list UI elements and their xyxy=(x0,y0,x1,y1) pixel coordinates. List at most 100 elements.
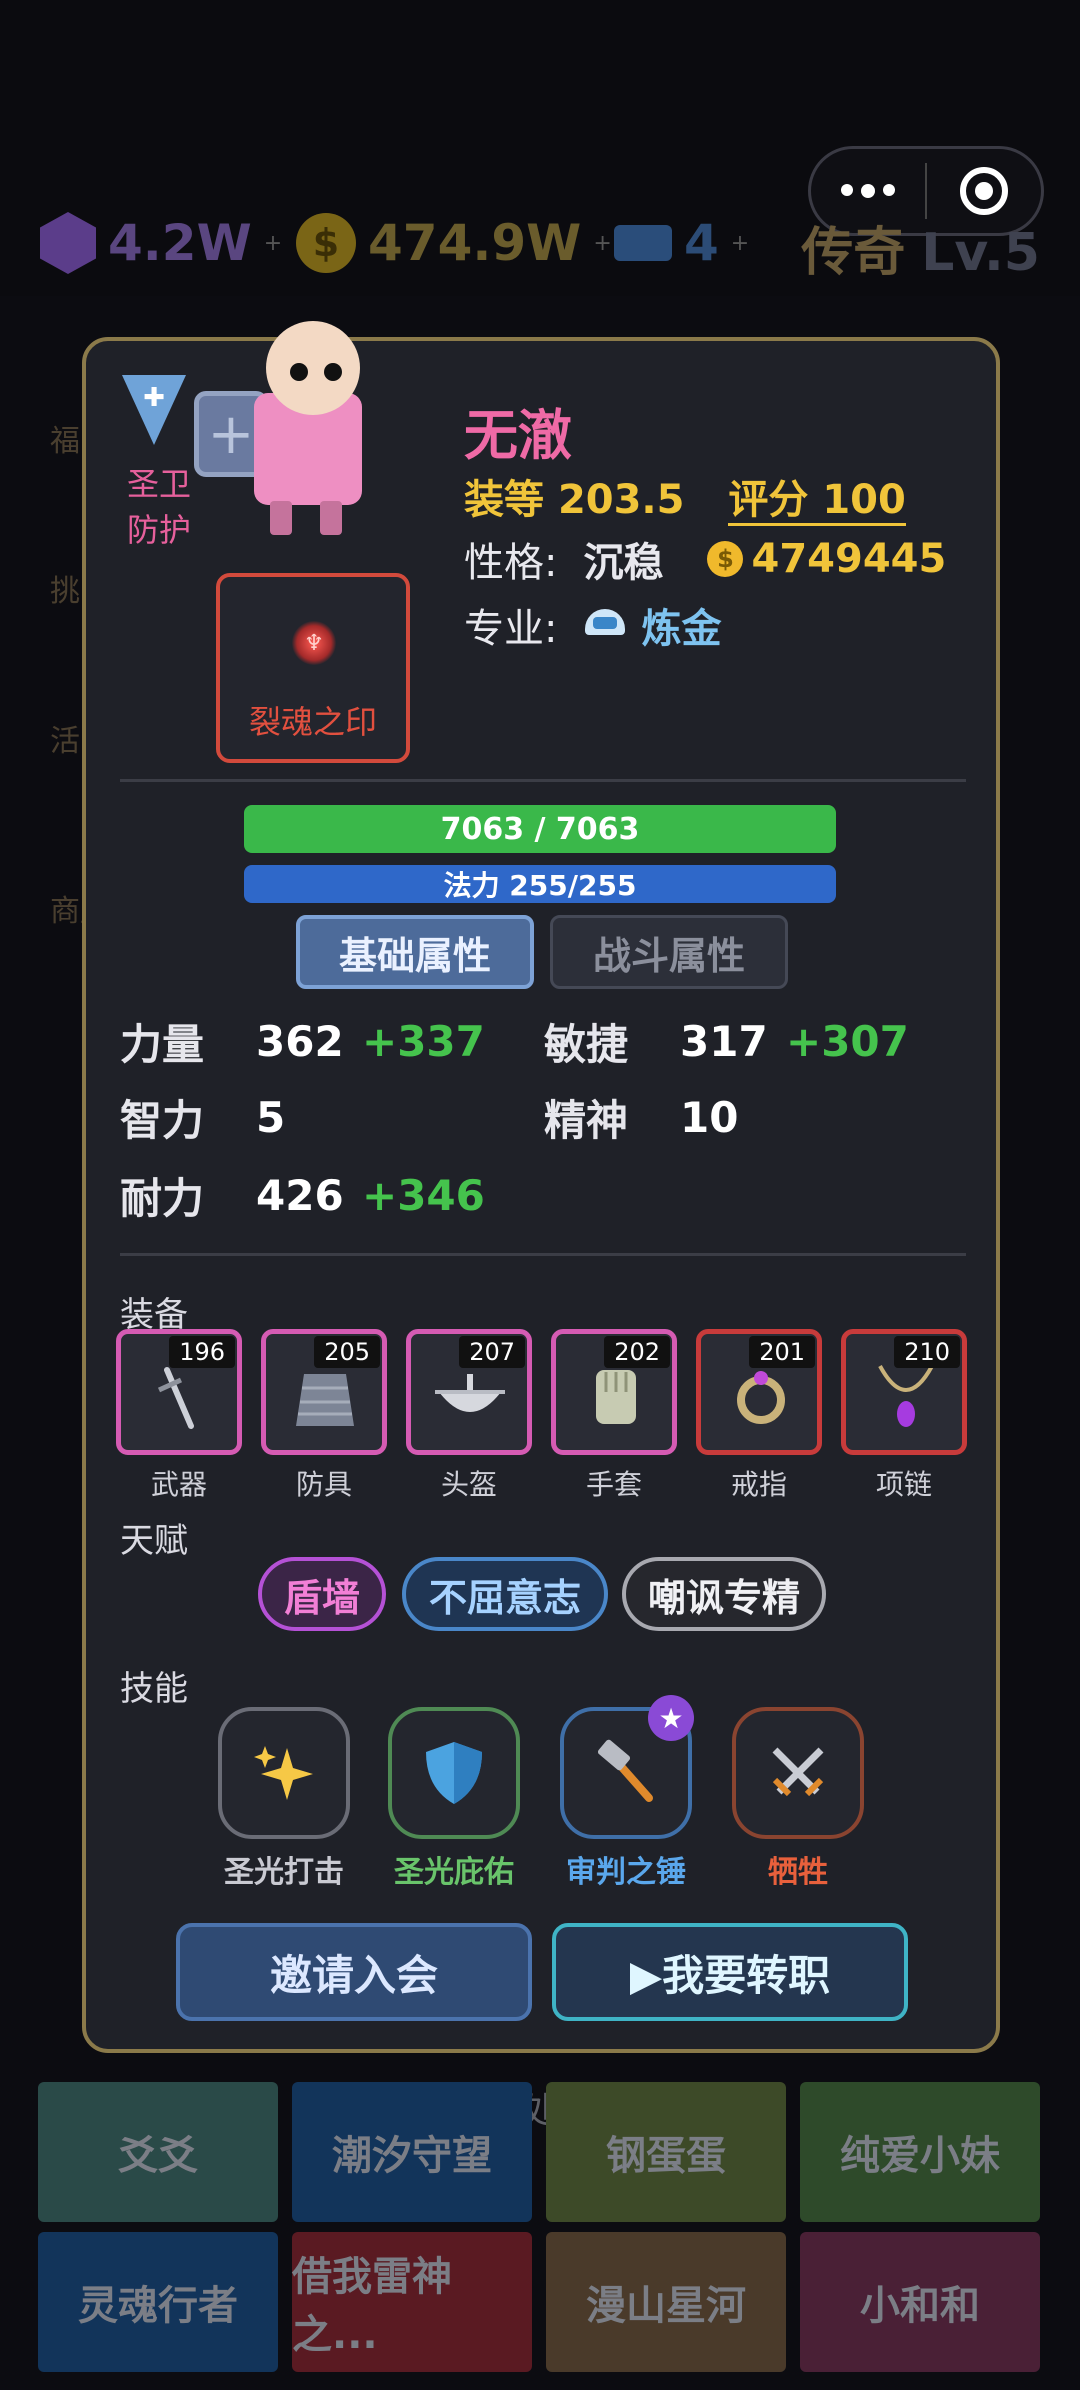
invite-to-guild-button[interactable]: 邀请入会 xyxy=(176,1923,532,2021)
stat-strength: 力量 362 +337 xyxy=(120,1011,485,1071)
slot-label: 武器 xyxy=(150,1468,207,1501)
helmet-icon xyxy=(435,1374,505,1412)
gold-counter[interactable]: $ 474.9W + xyxy=(296,208,612,278)
avatar-head xyxy=(266,321,360,415)
skill-label: 圣光庇佑 xyxy=(394,1855,514,1890)
rank-level: 传奇 Lv.5 xyxy=(801,210,1040,285)
personality-row: 性格: 沉稳 $4749445 xyxy=(464,529,946,589)
talent-taunt-mastery[interactable]: 嘲讽专精 xyxy=(622,1557,826,1631)
item-level: 207 xyxy=(459,1336,525,1368)
stat-name: 敏捷 xyxy=(544,1019,629,1069)
stat-value: 10 xyxy=(680,1092,739,1142)
equip-slot-necklace[interactable]: 210 项链 xyxy=(841,1329,967,1503)
skill-label: 圣光打击 xyxy=(224,1855,344,1890)
mana-bar: 法力 255/255 xyxy=(244,865,836,903)
change-class-button[interactable]: ▶我要转职 xyxy=(552,1923,908,2021)
player-card[interactable]: 爻爻 xyxy=(38,2082,278,2222)
skill-holy-protection[interactable]: 圣光庇佑 xyxy=(388,1707,520,1891)
skill-hammer-of-justice[interactable]: ★ 审判之锤 xyxy=(560,1695,694,1891)
star-badge-icon: ★ xyxy=(648,1695,694,1741)
skill-label: 牺牲 xyxy=(768,1855,828,1890)
hammer-icon xyxy=(597,1739,653,1802)
tab-combat-attributes[interactable]: 战斗属性 xyxy=(550,915,788,989)
character-name: 无澈 xyxy=(464,404,572,467)
talent-unyielding-will[interactable]: 不屈意志 xyxy=(402,1557,608,1631)
profession-value-group[interactable]: 炼金 xyxy=(583,596,721,654)
player-card[interactable]: 漫山星河 xyxy=(546,2232,786,2372)
stat-bonus: +337 xyxy=(362,1016,485,1066)
more-menu-icon[interactable] xyxy=(811,184,925,198)
player-card[interactable]: 钢蛋蛋 xyxy=(546,2082,786,2222)
top-bar: 4.2W + $ 474.9W + 4 + 传奇 Lv.5 xyxy=(0,0,1080,296)
talent-shield-wall[interactable]: 盾墙 xyxy=(258,1557,386,1631)
equip-slot-armor[interactable]: 205 防具 xyxy=(261,1329,387,1503)
stat-name: 力量 xyxy=(120,1019,205,1069)
bg-side-label: 活 xyxy=(50,724,80,759)
class-spec-label: 圣卫 防护 xyxy=(126,465,191,549)
skill-label: 审判之锤 xyxy=(566,1855,686,1890)
stat-bonus: +307 xyxy=(786,1016,909,1066)
skill-title: 技能 xyxy=(120,1669,188,1709)
stat-bonus: +346 xyxy=(362,1170,485,1220)
avatar-eye xyxy=(324,363,342,381)
tab-basic-attributes[interactable]: 基础属性 xyxy=(296,915,534,989)
close-mini-program-icon[interactable] xyxy=(927,167,1041,215)
health-bar: 7063 / 7063 xyxy=(244,805,836,853)
seal-slot[interactable]: ♆ 裂魂之印 xyxy=(216,573,410,763)
sword-icon xyxy=(157,1367,194,1429)
player-card[interactable]: 灵魂行者 xyxy=(38,2232,278,2372)
necklace-icon xyxy=(878,1365,934,1427)
equip-slot-helmet[interactable]: 207 头盔 xyxy=(406,1329,532,1503)
player-card[interactable]: 小和和 xyxy=(800,2232,1040,2372)
stat-value: 362 xyxy=(256,1016,344,1066)
equip-slot-ring[interactable]: 201 戒指 xyxy=(696,1329,822,1503)
stat-name: 耐力 xyxy=(120,1173,205,1223)
profession-label: 专业: xyxy=(464,606,558,652)
talent-title: 天赋 xyxy=(120,1521,188,1561)
avatar-leg xyxy=(320,501,342,535)
character-avatar xyxy=(254,321,384,535)
slot-label: 项链 xyxy=(875,1468,932,1501)
equipment-slots: 196 武器 205 防具 207 头盔 202 手套 201 戒指 210 项… xyxy=(116,1329,986,1503)
gold-amount: 474.9W xyxy=(368,214,582,272)
player-card[interactable]: 纯爱小妹 xyxy=(800,2082,1040,2222)
alchemy-helmet-icon xyxy=(583,603,627,647)
gear-score-line: 装等 203.5 评分 100 xyxy=(464,467,946,526)
slot-label: 防具 xyxy=(295,1468,352,1501)
avatar-eye xyxy=(290,363,308,381)
divider xyxy=(120,1253,966,1256)
seal-name: 裂魂之印 xyxy=(248,703,377,741)
sparkle-icon xyxy=(254,1746,313,1800)
item-level: 196 xyxy=(169,1336,235,1368)
slot-label: 手套 xyxy=(585,1468,642,1501)
slot-label: 戒指 xyxy=(730,1468,787,1501)
stat-agility: 敏捷 317 +307 xyxy=(544,1011,909,1071)
player-card[interactable]: 借我雷神之... xyxy=(292,2232,532,2372)
rating[interactable]: 评分 100 xyxy=(728,477,906,526)
player-card[interactable]: 潮汐守望 xyxy=(292,2082,532,2222)
rating-value: 100 xyxy=(822,477,906,523)
skill-holy-strike[interactable]: 圣光打击 xyxy=(218,1707,350,1891)
ticket-counter[interactable]: 4 + xyxy=(614,208,749,278)
gear-score-label: 装等 xyxy=(464,477,544,523)
character-info: 无澈 装等 203.5 评分 100 性格: 沉稳 $4749445 专业: 炼… xyxy=(464,391,946,655)
gem-icon xyxy=(40,212,96,274)
glove-icon xyxy=(596,1370,636,1424)
gem-counter[interactable]: 4.2W + xyxy=(40,208,282,278)
gear-score-value: 203.5 xyxy=(557,477,685,523)
armor-icon xyxy=(296,1374,354,1426)
ticket-add: + xyxy=(730,230,750,256)
item-level: 210 xyxy=(894,1336,960,1368)
player-grid: 爻爻 潮汐守望 钢蛋蛋 纯爱小妹 灵魂行者 借我雷神之... 漫山星河 小和和 xyxy=(38,2082,1042,2372)
stat-spirit: 精神 10 xyxy=(544,1087,786,1147)
skill-sacrifice[interactable]: 牺牲 xyxy=(732,1707,864,1891)
gem-amount: 4.2W xyxy=(108,214,252,272)
stat-value: 5 xyxy=(256,1092,286,1142)
crossed-swords-icon xyxy=(772,1747,824,1797)
item-level: 205 xyxy=(314,1336,380,1368)
equip-slot-weapon[interactable]: 196 武器 xyxy=(116,1329,242,1503)
soul-seal-icon: ♆ xyxy=(292,621,336,665)
gem-add: + xyxy=(263,230,283,256)
equip-slot-gloves[interactable]: 202 手套 xyxy=(551,1329,677,1503)
item-level: 202 xyxy=(604,1336,670,1368)
